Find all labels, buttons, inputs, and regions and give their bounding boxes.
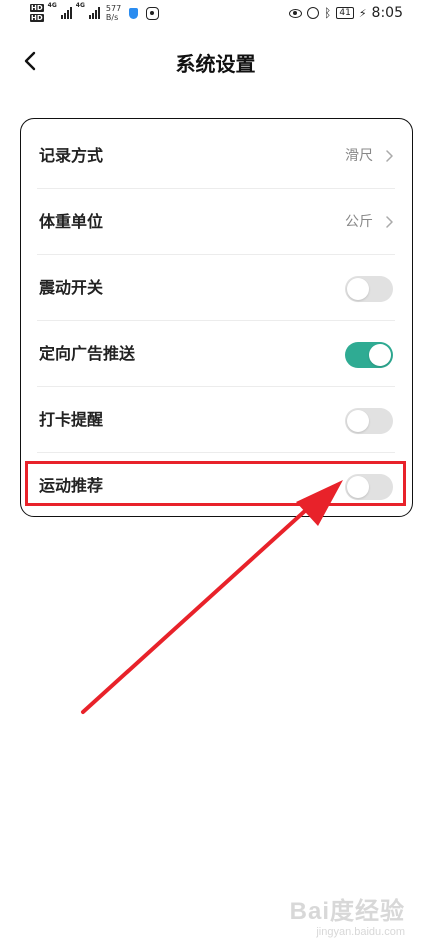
setting-row-targeted-ads: 定向广告推送	[21, 321, 411, 387]
setting-label: 震动开关	[39, 278, 104, 297]
setting-label: 体重单位	[39, 212, 104, 231]
setting-row-record-mode[interactable]: 记录方式 滑尺	[21, 123, 411, 189]
setting-value: 公斤	[345, 214, 373, 230]
hd-badges: HD HD	[30, 4, 44, 22]
network-type-2: 4G	[75, 2, 85, 9]
setting-row-checkin-reminder: 打卡提醒	[21, 387, 411, 453]
status-left: HD HD 4G 4G 577 B/s	[30, 0, 160, 26]
setting-label: 打卡提醒	[39, 410, 104, 429]
settings-card: 记录方式 滑尺 体重单位 公斤 震动开关 定向广告推送 打卡提醒 运动推荐	[20, 118, 413, 517]
toggle-knob	[347, 410, 369, 432]
charging-icon: ⚡	[358, 6, 367, 20]
status-right: ᛒ 41 ⚡ 8:05	[289, 0, 403, 26]
setting-label: 定向广告推送	[39, 344, 136, 363]
setting-row-vibration: 震动开关	[21, 255, 411, 321]
setting-value: 滑尺	[345, 148, 373, 164]
bluetooth-icon: ᛒ	[324, 6, 332, 20]
chevron-right-icon	[386, 216, 393, 228]
page-title: 系统设置	[175, 52, 256, 76]
vibration-toggle[interactable]	[345, 276, 393, 302]
watermark: Bai度经验 jingyan.baidu.com	[290, 891, 405, 938]
app-notification-icon	[146, 6, 160, 20]
setting-row-weight-unit[interactable]: 体重单位 公斤	[21, 189, 411, 255]
toggle-knob	[369, 344, 391, 366]
targeted-ads-toggle[interactable]	[345, 342, 393, 368]
shield-icon	[129, 7, 139, 19]
signal-icon-2	[88, 7, 100, 19]
header: 系统设置	[0, 30, 431, 94]
hd-badge-2: HD	[30, 14, 44, 22]
eye-icon	[289, 8, 303, 18]
status-time: 8:05	[371, 5, 403, 21]
network-speed: 577 B/s	[106, 4, 121, 22]
network-type: 4G	[47, 2, 57, 9]
watermark-logo: Bai度经验	[289, 898, 405, 925]
speed-value: 577	[105, 4, 122, 13]
status-bar: HD HD 4G 4G 577 B/s ᛒ 41 ⚡ 8:05	[0, 0, 431, 26]
setting-label: 记录方式	[39, 146, 104, 165]
hd-badge: HD	[30, 4, 44, 12]
annotation-highlight-box	[25, 461, 406, 506]
watermark-url: jingyan.baidu.com	[316, 926, 405, 938]
signal-icon	[60, 7, 72, 19]
alarm-icon	[307, 7, 320, 19]
toggle-knob	[347, 278, 369, 300]
speed-unit: B/s	[105, 13, 119, 22]
battery-icon: 41	[336, 7, 354, 19]
checkin-reminder-toggle[interactable]	[345, 408, 393, 434]
chevron-right-icon	[386, 150, 393, 162]
